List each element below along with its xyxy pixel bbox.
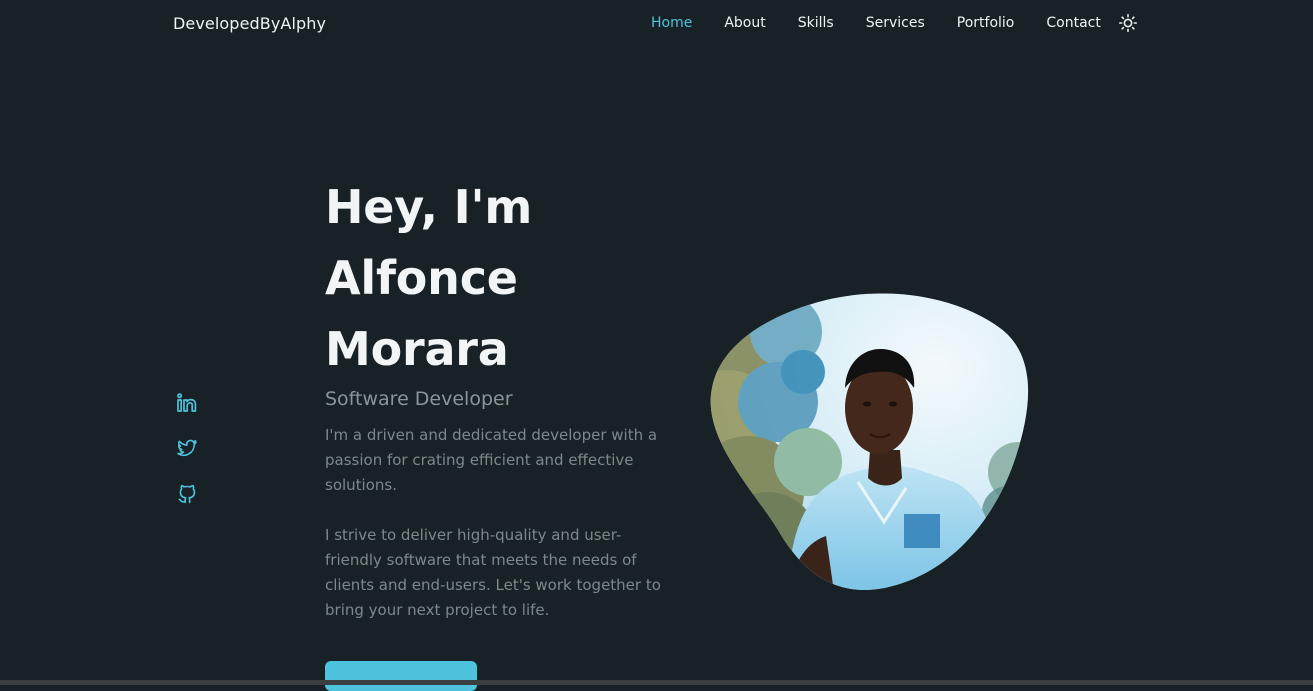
nav-link-services[interactable]: Services [866, 14, 925, 32]
bottom-scrollbar [0, 680, 1313, 685]
sun-icon[interactable] [1118, 14, 1137, 33]
hero-title: Hey, I'm Alfonce Morara [325, 172, 670, 385]
hero-description: I'm a driven and dedicated developer wit… [325, 423, 670, 623]
profile-image [708, 292, 1032, 592]
hero-paragraph: I'm a driven and dedicated developer wit… [325, 426, 658, 494]
nav-link-portfolio[interactable]: Portfolio [957, 14, 1015, 32]
main-nav: Home About Skills Services Portfolio Con… [651, 14, 1137, 33]
nav-link-about[interactable]: About [724, 14, 765, 32]
nav-link-skills[interactable]: Skills [798, 14, 834, 32]
social-links [176, 392, 198, 527]
twitter-icon[interactable] [176, 437, 198, 459]
hero-section: Hey, I'm Alfonce Morara Software Develop… [325, 172, 670, 623]
hero-title-line: Alfonce [325, 251, 518, 305]
linkedin-icon[interactable] [176, 392, 198, 414]
github-icon[interactable] [176, 482, 198, 504]
hero-title-line: Hey, I'm [325, 180, 533, 234]
cta-button[interactable] [325, 661, 477, 691]
nav-link-home[interactable]: Home [651, 14, 692, 32]
top-navigation-bar: DevelopedByAlphy Home About Skills Servi… [0, 0, 1313, 46]
hero-subtitle: Software Developer [325, 388, 513, 410]
nav-link-contact[interactable]: Contact [1046, 14, 1100, 32]
site-logo[interactable]: DevelopedByAlphy [173, 14, 326, 33]
hero-title-line: Morara [325, 322, 509, 376]
hero-paragraph: I strive to deliver high-quality and use… [325, 526, 661, 619]
